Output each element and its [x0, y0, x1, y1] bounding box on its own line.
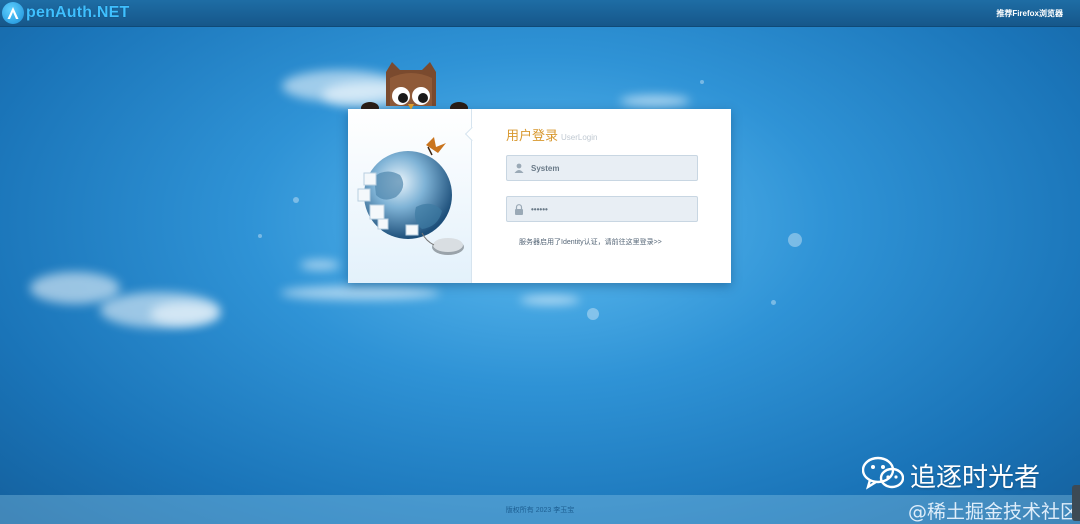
browser-recommendation[interactable]: 推荐Firefox浏览器 [996, 8, 1063, 19]
lock-icon [507, 203, 531, 215]
login-title-en: UserLogin [561, 133, 598, 142]
panel-illustration-area [348, 109, 472, 283]
login-title: 用户登录 UserLogin [506, 125, 597, 144]
globe-puzzle-icon [356, 137, 472, 270]
user-icon [507, 163, 531, 173]
cloud-decoration [280, 286, 440, 300]
cloud-decoration [620, 95, 690, 107]
wechat-account-name: 追逐时光者 [910, 463, 1041, 493]
logo-text: penAuth.NET [26, 4, 130, 21]
cloud-decoration [150, 302, 220, 326]
password-input[interactable] [531, 204, 697, 214]
cloud-decoration [300, 260, 340, 270]
juejin-watermark: @稀土掘金技术社区 [908, 501, 1080, 523]
cloud-decoration [520, 295, 580, 305]
wechat-icon [861, 456, 905, 495]
bokeh-dot [587, 308, 599, 320]
bokeh-dot [788, 233, 802, 247]
logo-mark-icon: A [2, 2, 24, 24]
wechat-watermark: 追逐时光者 [861, 456, 1041, 495]
site-logo[interactable]: A penAuth.NET [2, 2, 130, 24]
top-bar: A penAuth.NET 推荐Firefox浏览器 [0, 0, 1080, 27]
username-field[interactable] [506, 155, 698, 181]
side-scroll-handle[interactable] [1072, 485, 1080, 521]
login-panel: 用户登录 UserLogin 服务器启用了Identity认证，请前往这里登录>… [348, 109, 731, 283]
identity-login-link[interactable]: 服务器启用了Identity认证，请前往这里登录>> [519, 237, 662, 247]
password-field[interactable] [506, 196, 698, 222]
cloud-decoration [30, 272, 120, 304]
username-input[interactable] [531, 163, 697, 173]
bokeh-dot [293, 197, 299, 203]
bokeh-dot [258, 234, 262, 238]
bokeh-dot [771, 300, 776, 305]
bokeh-dot [700, 80, 704, 84]
login-title-cn: 用户登录 [506, 128, 559, 143]
svg-text:A: A [13, 16, 14, 19]
